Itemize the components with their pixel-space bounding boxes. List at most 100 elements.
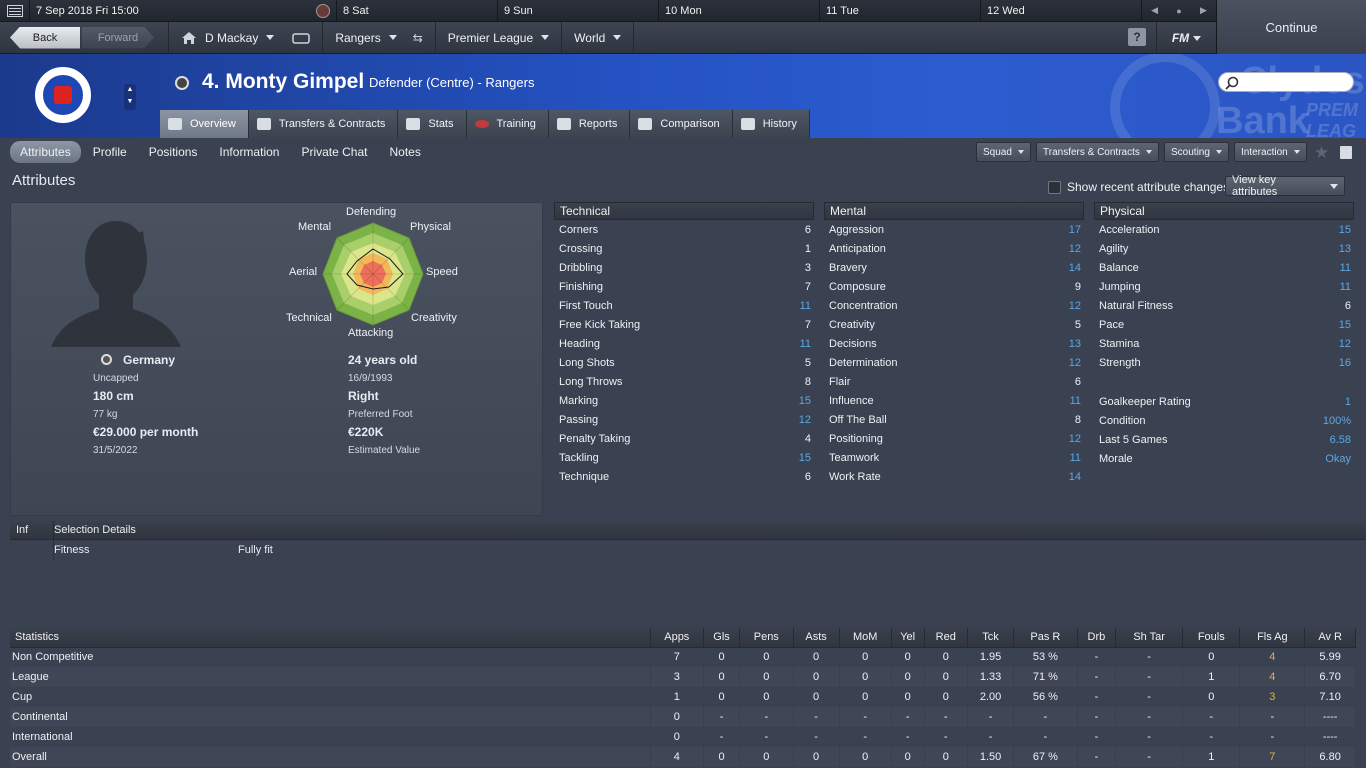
table-row[interactable]: International 0- - - - - - - - - - - - ----: [10, 727, 1356, 747]
attribute-row[interactable]: Determination 12: [824, 353, 1084, 372]
table-row[interactable]: Overall 4 0 0 0 0 0 0 1.50 67 % - -1 7 6.80: [10, 747, 1356, 767]
recent-changes-toggle[interactable]: Show recent attribute changes: [1048, 180, 1229, 194]
attribute-row[interactable]: Passing 12: [554, 410, 814, 429]
chevron-down-icon[interactable]: [266, 35, 275, 40]
view-key-attributes-button[interactable]: View key attributes: [1225, 174, 1345, 198]
attribute-row[interactable]: Morale Okay: [1094, 449, 1354, 468]
stats-column-header[interactable]: Apps: [650, 628, 705, 648]
home-button[interactable]: D Mackay: [168, 21, 322, 54]
swap-icon[interactable]: ⇆: [413, 31, 423, 45]
club-crest[interactable]: [32, 64, 94, 126]
manager-menu[interactable]: D Mackay: [205, 31, 258, 45]
stats-column-header[interactable]: Asts: [793, 628, 840, 648]
attribute-row[interactable]: Marking 15: [554, 391, 814, 410]
subnav-notes[interactable]: Notes: [379, 141, 430, 163]
forward-button[interactable]: Forward: [82, 27, 154, 49]
tab-training[interactable]: Training: [466, 110, 549, 138]
table-row[interactable]: League 3 0 0 0 0 0 0 1.33 71 % - -1 4 6.70: [10, 667, 1356, 687]
attribute-row[interactable]: Heading 11: [554, 334, 814, 353]
attribute-row[interactable]: Influence 11: [824, 391, 1084, 410]
competition-menu[interactable]: Premier League: [434, 21, 561, 54]
stats-column-header[interactable]: Drb: [1077, 628, 1117, 648]
stats-column-header[interactable]: Tck: [967, 628, 1015, 648]
search-input[interactable]: [1218, 72, 1354, 92]
table-row[interactable]: Cup 1 0 0 0 0 0 0 2.00 56 % - -0 3 7.10: [10, 687, 1356, 707]
nationality[interactable]: Germany: [123, 353, 175, 367]
calendar-next-icon[interactable]: ▶: [1200, 5, 1207, 16]
stats-column-header[interactable]: Fouls: [1182, 628, 1241, 648]
attribute-row[interactable]: Flair 6: [824, 372, 1084, 391]
calendar-day[interactable]: 11 Tue: [819, 0, 980, 22]
attribute-row[interactable]: Decisions 13: [824, 334, 1084, 353]
tab-transfers-contracts[interactable]: Transfers & Contracts: [248, 110, 399, 138]
attribute-row[interactable]: Creativity 5: [824, 315, 1084, 334]
fm-menu[interactable]: FM: [1156, 22, 1216, 54]
squad-dropdown[interactable]: Squad: [976, 142, 1031, 162]
attribute-row[interactable]: Concentration 12: [824, 296, 1084, 315]
attribute-row[interactable]: Condition 100%: [1094, 411, 1354, 430]
attribute-row[interactable]: Teamwork 11: [824, 448, 1084, 467]
attribute-row[interactable]: Technique 6: [554, 467, 814, 486]
attribute-row[interactable]: Acceleration 15: [1094, 220, 1354, 239]
attribute-row[interactable]: Agility 13: [1094, 239, 1354, 258]
stats-column-header[interactable]: Yel: [891, 628, 925, 648]
tab-overview[interactable]: Overview: [160, 110, 249, 138]
stats-column-header[interactable]: Statistics: [10, 628, 651, 648]
attribute-row[interactable]: Penalty Taking 4: [554, 429, 814, 448]
continue-button[interactable]: Continue: [1216, 0, 1366, 54]
attribute-row[interactable]: Strength 16: [1094, 353, 1354, 372]
attribute-row[interactable]: Positioning 12: [824, 429, 1084, 448]
interaction-dropdown[interactable]: Interaction: [1234, 142, 1307, 162]
tab-comparison[interactable]: Comparison: [630, 110, 733, 138]
attribute-row[interactable]: First Touch 11: [554, 296, 814, 315]
attribute-row[interactable]: Balance 11: [1094, 258, 1354, 277]
star-icon[interactable]: ★: [1314, 143, 1329, 163]
calendar-day[interactable]: 8 Sat: [336, 0, 497, 22]
table-row[interactable]: Continental 0- - - - - - - - - - - - ----: [10, 707, 1356, 727]
scouting-dropdown[interactable]: Scouting: [1164, 142, 1229, 162]
attribute-row[interactable]: Stamina 12: [1094, 334, 1354, 353]
attribute-row[interactable]: Off The Ball 8: [824, 410, 1084, 429]
world-menu[interactable]: World: [561, 21, 633, 54]
attribute-row[interactable]: Bravery 14: [824, 258, 1084, 277]
calendar-day[interactable]: 10 Mon: [658, 0, 819, 22]
attribute-row[interactable]: Natural Fitness 6: [1094, 296, 1354, 315]
calendar-day[interactable]: 9 Sun: [497, 0, 658, 22]
tab-reports[interactable]: Reports: [548, 110, 631, 138]
attribute-row[interactable]: Aggression 17: [824, 220, 1084, 239]
attribute-row[interactable]: Finishing 7: [554, 277, 814, 296]
calendar-prev-icon[interactable]: ◀: [1151, 5, 1158, 16]
attribute-row[interactable]: Dribbling 3: [554, 258, 814, 277]
back-button[interactable]: Back: [10, 26, 80, 49]
attribute-row[interactable]: Composure 9: [824, 277, 1084, 296]
table-row[interactable]: Non Competitive 7 0 0 0 0 0 0 1.95 53 % - -0 4 5.99: [10, 647, 1356, 667]
stats-column-header[interactable]: Sh Tar: [1115, 628, 1184, 648]
subnav-positions[interactable]: Positions: [139, 141, 208, 163]
attribute-row[interactable]: Jumping 11: [1094, 277, 1354, 296]
help-button[interactable]: ?: [1128, 28, 1146, 46]
subnav-profile[interactable]: Profile: [83, 141, 137, 163]
tab-history[interactable]: History: [732, 110, 810, 138]
calendar-icon[interactable]: [0, 0, 30, 22]
stats-column-header[interactable]: Av R: [1304, 628, 1356, 648]
stats-column-header[interactable]: MoM: [839, 628, 892, 648]
attribute-row[interactable]: Free Kick Taking 7: [554, 315, 814, 334]
calendar-today-icon[interactable]: ●: [1176, 6, 1181, 16]
stats-column-header[interactable]: Pas R: [1013, 628, 1078, 648]
attribute-row[interactable]: Work Rate 14: [824, 467, 1084, 486]
transfers-contracts-dropdown[interactable]: Transfers & Contracts: [1036, 142, 1159, 162]
club-menu[interactable]: Rangers ⇆: [322, 21, 434, 54]
player-switch-arrows-icon[interactable]: ▲ ▼: [124, 84, 136, 110]
tab-stats[interactable]: Stats: [398, 110, 467, 138]
attribute-row[interactable]: Long Shots 5: [554, 353, 814, 372]
attribute-row[interactable]: Tackling 15: [554, 448, 814, 467]
attribute-row[interactable]: Anticipation 12: [824, 239, 1084, 258]
stats-column-header[interactable]: Pens: [739, 628, 794, 648]
attribute-row[interactable]: Pace 15: [1094, 315, 1354, 334]
subnav-information[interactable]: Information: [209, 141, 289, 163]
stats-column-header[interactable]: Red: [924, 628, 969, 648]
recent-changes-checkbox[interactable]: [1048, 180, 1061, 194]
stats-column-header[interactable]: Gls: [703, 628, 740, 648]
attribute-row[interactable]: Goalkeeper Rating 1: [1094, 392, 1354, 411]
calendar-day[interactable]: 12 Wed: [980, 0, 1141, 22]
